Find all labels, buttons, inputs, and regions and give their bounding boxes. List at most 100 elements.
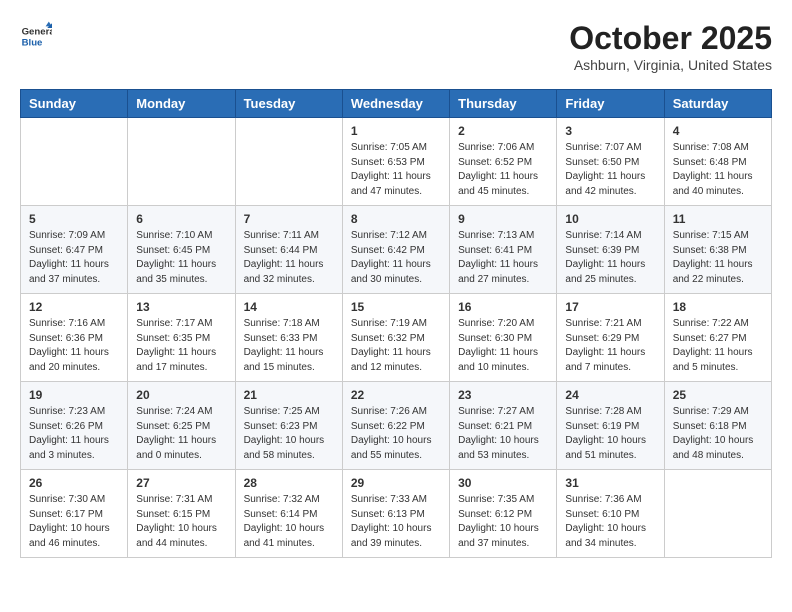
day-number: 17: [565, 300, 655, 314]
calendar-week-3: 12 Sunrise: 7:16 AM Sunset: 6:36 PM Dayli…: [21, 294, 772, 382]
calendar-cell-13: 13Sunrise: 7:17 AM Sunset: 6:35 PM Dayli…: [128, 294, 235, 382]
day-number: 19: [29, 388, 119, 402]
calendar-cell-26: 26Sunrise: 7:30 AM Sunset: 6:17 PM Dayli…: [21, 470, 128, 558]
calendar-cell-21: 21 Sunrise: 7:25 AM Sunset: 6:23 PM Dayli…: [235, 382, 342, 470]
day-number: 7: [244, 212, 334, 226]
cell-content: Sunrise: 7:28 AM Sunset: 6:19 PM Dayligh…: [565, 405, 655, 463]
cell-content: Sunrise: 7:17 AM Sunset: 6:35 PM Dayligh…: [136, 317, 226, 375]
calendar-cell-18: 18 Sunrise: 7:22 AM Sunset: 6:27 PM Dayli…: [664, 294, 771, 382]
cell-content: Sunrise: 7:27 AM Sunset: 6:21 PM Dayligh…: [458, 405, 548, 463]
calendar-cell-31: 31Sunrise: 7:36 AM Sunset: 6:10 PM Dayli…: [557, 470, 664, 558]
svg-text:General: General: [22, 26, 52, 37]
day-number: 20: [136, 388, 226, 402]
day-number: 6: [136, 212, 226, 226]
location: Ashburn, Virginia, United States: [569, 57, 772, 73]
day-number: 23: [458, 388, 548, 402]
calendar-cell-30: 30 Sunrise: 7:35 AM Sunset: 6:12 PM Dayli…: [450, 470, 557, 558]
cell-content: Sunrise: 7:32 AM Sunset: 6:14 PM Dayligh…: [244, 493, 334, 551]
calendar-cell-1: 1 Sunrise: 7:05 AM Sunset: 6:53 PM Daylig…: [342, 118, 449, 206]
col-header-tuesday: Tuesday: [235, 90, 342, 118]
day-number: 15: [351, 300, 441, 314]
calendar-cell-9: 9Sunrise: 7:13 AM Sunset: 6:41 PM Daylig…: [450, 206, 557, 294]
col-header-sunday: Sunday: [21, 90, 128, 118]
cell-content: Sunrise: 7:26 AM Sunset: 6:22 PM Dayligh…: [351, 405, 441, 463]
cell-content: Sunrise: 7:09 AM Sunset: 6:47 PM Dayligh…: [29, 229, 119, 287]
cell-content: Sunrise: 7:23 AM Sunset: 6:26 PM Dayligh…: [29, 405, 119, 463]
calendar-week-1: 1 Sunrise: 7:05 AM Sunset: 6:53 PM Daylig…: [21, 118, 772, 206]
day-number: 24: [565, 388, 655, 402]
calendar-cell-10: 10 Sunrise: 7:14 AM Sunset: 6:39 PM Dayli…: [557, 206, 664, 294]
calendar-cell-28: 28 Sunrise: 7:32 AM Sunset: 6:14 PM Dayli…: [235, 470, 342, 558]
cell-content: Sunrise: 7:15 AM Sunset: 6:38 PM Dayligh…: [673, 229, 763, 287]
cell-content: Sunrise: 7:22 AM Sunset: 6:27 PM Dayligh…: [673, 317, 763, 375]
calendar-header-row: SundayMondayTuesdayWednesdayThursdayFrid…: [21, 90, 772, 118]
day-number: 3: [565, 124, 655, 138]
cell-content: Sunrise: 7:12 AM Sunset: 6:42 PM Dayligh…: [351, 229, 441, 287]
col-header-saturday: Saturday: [664, 90, 771, 118]
day-number: 1: [351, 124, 441, 138]
calendar-week-5: 26Sunrise: 7:30 AM Sunset: 6:17 PM Dayli…: [21, 470, 772, 558]
day-number: 2: [458, 124, 548, 138]
day-number: 25: [673, 388, 763, 402]
cell-content: Sunrise: 7:14 AM Sunset: 6:39 PM Dayligh…: [565, 229, 655, 287]
calendar-cell-2: 2 Sunrise: 7:06 AM Sunset: 6:52 PM Daylig…: [450, 118, 557, 206]
day-number: 12: [29, 300, 119, 314]
calendar-cell-14: 14 Sunrise: 7:18 AM Sunset: 6:33 PM Dayli…: [235, 294, 342, 382]
empty-cell: [21, 118, 128, 206]
day-number: 14: [244, 300, 334, 314]
calendar-cell-17: 17Sunrise: 7:21 AM Sunset: 6:29 PM Dayli…: [557, 294, 664, 382]
col-header-monday: Monday: [128, 90, 235, 118]
empty-cell: [664, 470, 771, 558]
calendar-week-2: 5Sunrise: 7:09 AM Sunset: 6:47 PM Daylig…: [21, 206, 772, 294]
cell-content: Sunrise: 7:07 AM Sunset: 6:50 PM Dayligh…: [565, 141, 655, 199]
calendar-cell-20: 20 Sunrise: 7:24 AM Sunset: 6:25 PM Dayli…: [128, 382, 235, 470]
day-number: 10: [565, 212, 655, 226]
cell-content: Sunrise: 7:35 AM Sunset: 6:12 PM Dayligh…: [458, 493, 548, 551]
calendar-cell-22: 22 Sunrise: 7:26 AM Sunset: 6:22 PM Dayli…: [342, 382, 449, 470]
calendar-table: SundayMondayTuesdayWednesdayThursdayFrid…: [20, 89, 772, 558]
cell-content: Sunrise: 7:20 AM Sunset: 6:30 PM Dayligh…: [458, 317, 548, 375]
cell-content: Sunrise: 7:30 AM Sunset: 6:17 PM Dayligh…: [29, 493, 119, 551]
month-title: October 2025: [569, 20, 772, 57]
cell-content: Sunrise: 7:18 AM Sunset: 6:33 PM Dayligh…: [244, 317, 334, 375]
day-number: 28: [244, 476, 334, 490]
cell-content: Sunrise: 7:24 AM Sunset: 6:25 PM Dayligh…: [136, 405, 226, 463]
day-number: 4: [673, 124, 763, 138]
day-number: 18: [673, 300, 763, 314]
calendar-week-4: 19 Sunrise: 7:23 AM Sunset: 6:26 PM Dayli…: [21, 382, 772, 470]
day-number: 27: [136, 476, 226, 490]
calendar-cell-7: 7 Sunrise: 7:11 AM Sunset: 6:44 PM Daylig…: [235, 206, 342, 294]
page-header: General Blue October 2025 Ashburn, Virgi…: [20, 20, 772, 73]
calendar-cell-4: 4Sunrise: 7:08 AM Sunset: 6:48 PM Daylig…: [664, 118, 771, 206]
day-number: 30: [458, 476, 548, 490]
cell-content: Sunrise: 7:33 AM Sunset: 6:13 PM Dayligh…: [351, 493, 441, 551]
day-number: 31: [565, 476, 655, 490]
calendar-cell-29: 29 Sunrise: 7:33 AM Sunset: 6:13 PM Dayli…: [342, 470, 449, 558]
cell-content: Sunrise: 7:05 AM Sunset: 6:53 PM Dayligh…: [351, 141, 441, 199]
calendar-cell-27: 27Sunrise: 7:31 AM Sunset: 6:15 PM Dayli…: [128, 470, 235, 558]
cell-content: Sunrise: 7:25 AM Sunset: 6:23 PM Dayligh…: [244, 405, 334, 463]
calendar-cell-24: 24 Sunrise: 7:28 AM Sunset: 6:19 PM Dayli…: [557, 382, 664, 470]
col-header-thursday: Thursday: [450, 90, 557, 118]
day-number: 29: [351, 476, 441, 490]
calendar-cell-25: 25Sunrise: 7:29 AM Sunset: 6:18 PM Dayli…: [664, 382, 771, 470]
cell-content: Sunrise: 7:13 AM Sunset: 6:41 PM Dayligh…: [458, 229, 548, 287]
day-number: 22: [351, 388, 441, 402]
svg-text:Blue: Blue: [22, 38, 43, 49]
calendar-cell-3: 3 Sunrise: 7:07 AM Sunset: 6:50 PM Daylig…: [557, 118, 664, 206]
day-number: 21: [244, 388, 334, 402]
empty-cell: [235, 118, 342, 206]
cell-content: Sunrise: 7:10 AM Sunset: 6:45 PM Dayligh…: [136, 229, 226, 287]
logo: General Blue: [20, 20, 52, 52]
calendar-cell-16: 16 Sunrise: 7:20 AM Sunset: 6:30 PM Dayli…: [450, 294, 557, 382]
calendar-cell-11: 11Sunrise: 7:15 AM Sunset: 6:38 PM Dayli…: [664, 206, 771, 294]
col-header-friday: Friday: [557, 90, 664, 118]
cell-content: Sunrise: 7:16 AM Sunset: 6:36 PM Dayligh…: [29, 317, 119, 375]
day-number: 16: [458, 300, 548, 314]
cell-content: Sunrise: 7:19 AM Sunset: 6:32 PM Dayligh…: [351, 317, 441, 375]
calendar-cell-19: 19 Sunrise: 7:23 AM Sunset: 6:26 PM Dayli…: [21, 382, 128, 470]
cell-content: Sunrise: 7:11 AM Sunset: 6:44 PM Dayligh…: [244, 229, 334, 287]
cell-content: Sunrise: 7:06 AM Sunset: 6:52 PM Dayligh…: [458, 141, 548, 199]
calendar-cell-6: 6 Sunrise: 7:10 AM Sunset: 6:45 PM Daylig…: [128, 206, 235, 294]
calendar-cell-23: 23 Sunrise: 7:27 AM Sunset: 6:21 PM Dayli…: [450, 382, 557, 470]
